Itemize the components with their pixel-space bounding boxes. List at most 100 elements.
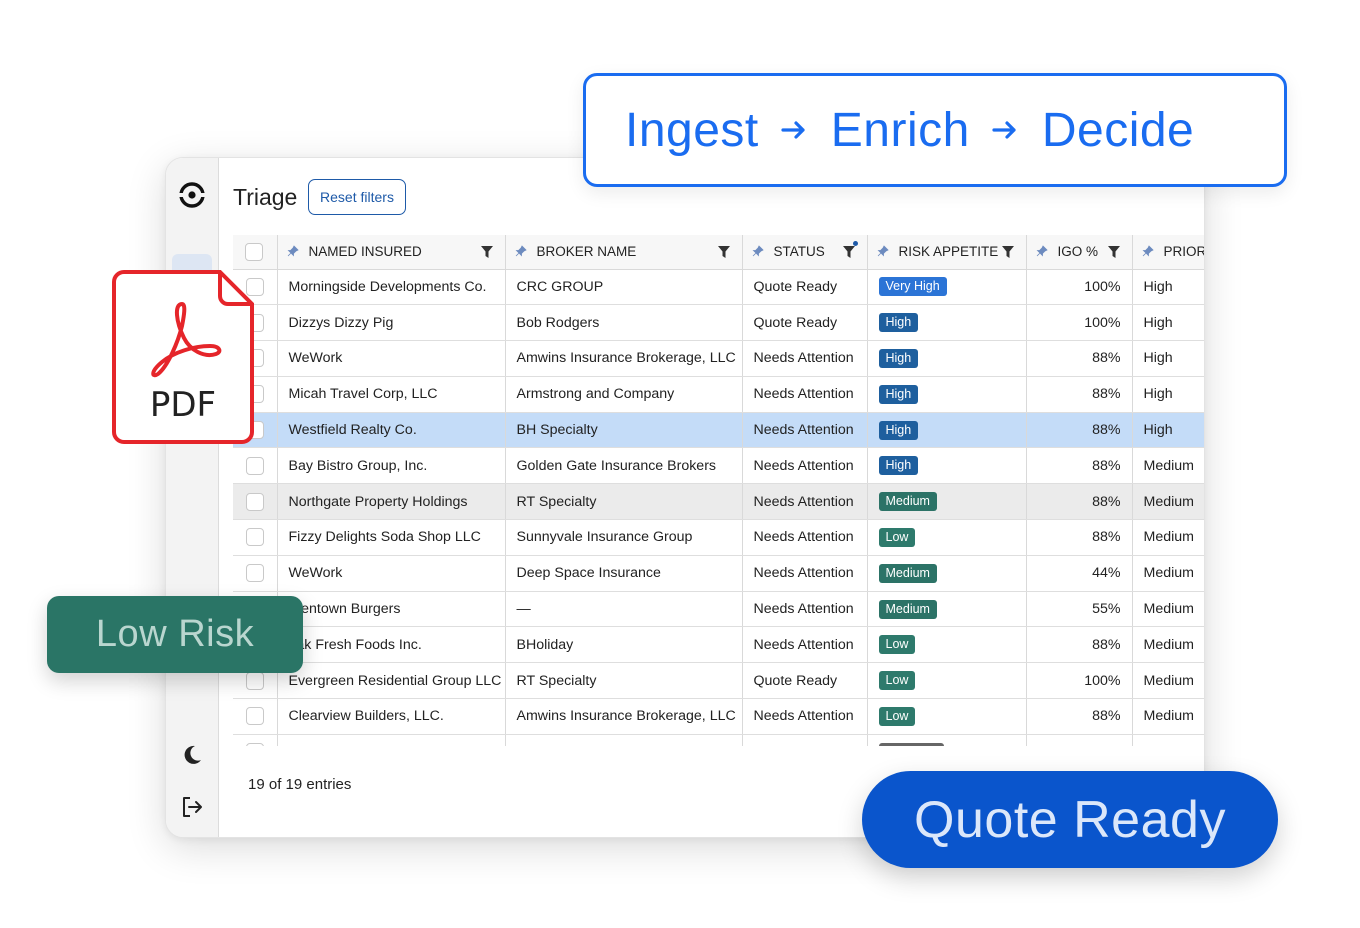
cell-igo[interactable]: 88% [1026,483,1133,521]
cell-broker-name[interactable]: Amwins Insurance Brokerage, LLC [505,698,743,735]
table-row[interactable]: WeWork Amwins Insurance Brokerage, LLC Nee… [233,340,1204,377]
filter-icon[interactable] [717,246,730,258]
cell-named-insured[interactable]: Bay Bistro Group, Inc. [277,447,506,485]
cell-igo[interactable]: 100% [1026,269,1133,306]
cell-priority[interactable]: High [1132,269,1204,306]
cell-status[interactable]: Quote Ready [742,662,868,700]
pin-icon[interactable] [752,245,764,257]
filter-active-icon[interactable] [842,246,855,258]
cell-priority[interactable]: Medium [1132,555,1204,592]
cell-status[interactable]: Needs Attention [742,412,868,449]
cell-priority[interactable]: Medium [1132,591,1204,628]
cell-risk-appetite[interactable]: Medium [867,591,1027,628]
cell-igo[interactable]: 100% [1026,662,1133,700]
cell-igo[interactable]: 100% [1026,304,1133,342]
app-logo-icon[interactable] [177,180,207,210]
cell-risk-appetite[interactable]: Very High [867,269,1027,306]
table-row[interactable]: Westfield Realty Co. BH Specialty Needs At… [233,412,1204,449]
cell-risk-appetite[interactable]: High [867,340,1027,377]
cell-broker-name[interactable]: Golden Gate Insurance Brokers [505,447,743,485]
select-all-checkbox[interactable] [245,242,263,261]
filter-icon[interactable] [1107,246,1120,258]
column-header-priority[interactable]: PRIOR [1132,235,1204,270]
cell-igo[interactable]: 88% [1026,340,1133,377]
cell-broker-name[interactable]: CRC GROUP [505,269,743,306]
filter-icon[interactable] [480,246,493,258]
filter-icon[interactable] [1001,246,1014,258]
cell-risk-appetite[interactable]: Low [867,626,1027,664]
table-row[interactable]: Northgate Property Holdings RT Specialty N… [233,483,1204,521]
cell-priority[interactable]: High [1132,340,1204,377]
cell-priority[interactable]: Medium [1132,626,1204,664]
cell-igo[interactable]: 88% [1026,626,1133,664]
moon-icon[interactable] [180,743,204,767]
cell-risk-appetite[interactable]: High [867,447,1027,485]
cell-risk-appetite[interactable]: Low [867,662,1027,700]
cell-igo[interactable]: 88% [1026,412,1133,449]
cell-status[interactable]: Needs Attention [742,483,868,521]
cell-priority[interactable]: Medium [1132,483,1204,521]
cell-priority[interactable]: Medium [1132,662,1204,700]
cell-broker-name[interactable]: Sunnyvale Insurance Group [505,519,743,556]
column-header-igo[interactable]: IGO % [1026,235,1133,270]
cell-named-insured[interactable]: WeWork [277,555,506,592]
cell-named-insured[interactable]: Clearview Builders, LLC. [277,698,506,735]
cell-broker-name[interactable]: Bob Rodgers [505,304,743,342]
cell-broker-name[interactable]: RT Specialty [505,662,743,700]
cell-named-insured[interactable]: Evergreen Residential Group LLC [277,662,506,700]
pin-icon[interactable] [287,245,299,257]
table-row[interactable]: Dizzys Dizzy Pig Bob Rodgers Quote Ready Hi… [233,304,1204,342]
cell-named-insured[interactable]: Dizzys Dizzy Pig [277,304,506,342]
row-checkbox[interactable] [245,456,264,475]
cell-broker-name[interactable]: BH Specialty [505,412,743,449]
cell-status[interactable]: Quote Ready [742,269,868,306]
cell-priority[interactable]: High [1132,412,1204,449]
cell-priority[interactable]: High [1132,376,1204,413]
cell-broker-name[interactable]: BHoliday [505,626,743,664]
cell-igo[interactable]: 88% [1026,519,1133,556]
cell-broker-name[interactable]: Deep Space Insurance [505,555,743,592]
cell-igo[interactable]: 55% [1026,591,1133,628]
cell-named-insured[interactable]: Northgate Property Holdings [277,483,506,521]
cell-broker-name[interactable]: Armstrong and Company [505,376,743,413]
cell-broker-name[interactable]: RT Specialty [505,483,743,521]
cell-risk-appetite[interactable]: High [867,412,1027,449]
cell-named-insured[interactable]: WeWork [277,340,506,377]
pin-icon[interactable] [1036,245,1048,257]
column-header-broker-name[interactable]: BROKER NAME [505,235,743,270]
cell-risk-appetite[interactable]: High [867,376,1027,413]
cell-priority[interactable]: Medium [1132,698,1204,735]
cell-named-insured[interactable]: Westfield Realty Co. [277,412,506,449]
row-checkbox[interactable] [245,528,264,547]
cell-broker-name[interactable]: — [505,591,743,628]
cell-igo[interactable]: 44% [1026,555,1133,592]
row-checkbox[interactable] [245,707,264,726]
cell-status[interactable]: Needs Attention [742,698,868,735]
cell-priority[interactable]: Medium [1132,519,1204,556]
table-row[interactable]: eak Fresh Foods Inc. BHoliday Needs Attent… [233,626,1204,664]
cell-broker-name[interactable]: Amwins Insurance Brokerage, LLC [505,340,743,377]
column-header-risk-appetite[interactable]: RISK APPETITE [867,235,1027,270]
reset-filters-button[interactable]: Reset filters [308,179,406,215]
cell-status[interactable]: Needs Attention [742,376,868,413]
cell-named-insured[interactable]: reentown Burgers [277,591,506,628]
table-row[interactable]: Fizzy Delights Soda Shop LLC Sunnyvale In… [233,519,1204,556]
cell-named-insured[interactable]: Fizzy Delights Soda Shop LLC [277,519,506,556]
cell-priority[interactable]: High [1132,304,1204,342]
cell-named-insured[interactable]: Morningside Developments Co. [277,269,506,306]
cell-risk-appetite[interactable]: Low [867,698,1027,735]
table-row[interactable]: Evergreen Residential Group LLC RT Specia… [233,662,1204,700]
cell-risk-appetite[interactable]: High [867,304,1027,342]
cell-risk-appetite[interactable]: Medium [867,555,1027,592]
row-checkbox[interactable] [245,492,264,511]
cell-named-insured[interactable]: Micah Travel Corp, LLC [277,376,506,413]
cell-status[interactable]: Needs Attention [742,519,868,556]
cell-igo[interactable]: 88% [1026,447,1133,485]
cell-status[interactable]: Quote Ready [742,304,868,342]
column-header-status[interactable]: STATUS [742,235,868,270]
cell-status[interactable]: Needs Attention [742,447,868,485]
column-header-named-insured[interactable]: NAMED INSURED [277,235,506,270]
pin-icon[interactable] [515,245,527,257]
table-row[interactable]: Bay Bistro Group, Inc. Golden Gate Insura… [233,447,1204,485]
pin-icon[interactable] [1142,245,1154,257]
